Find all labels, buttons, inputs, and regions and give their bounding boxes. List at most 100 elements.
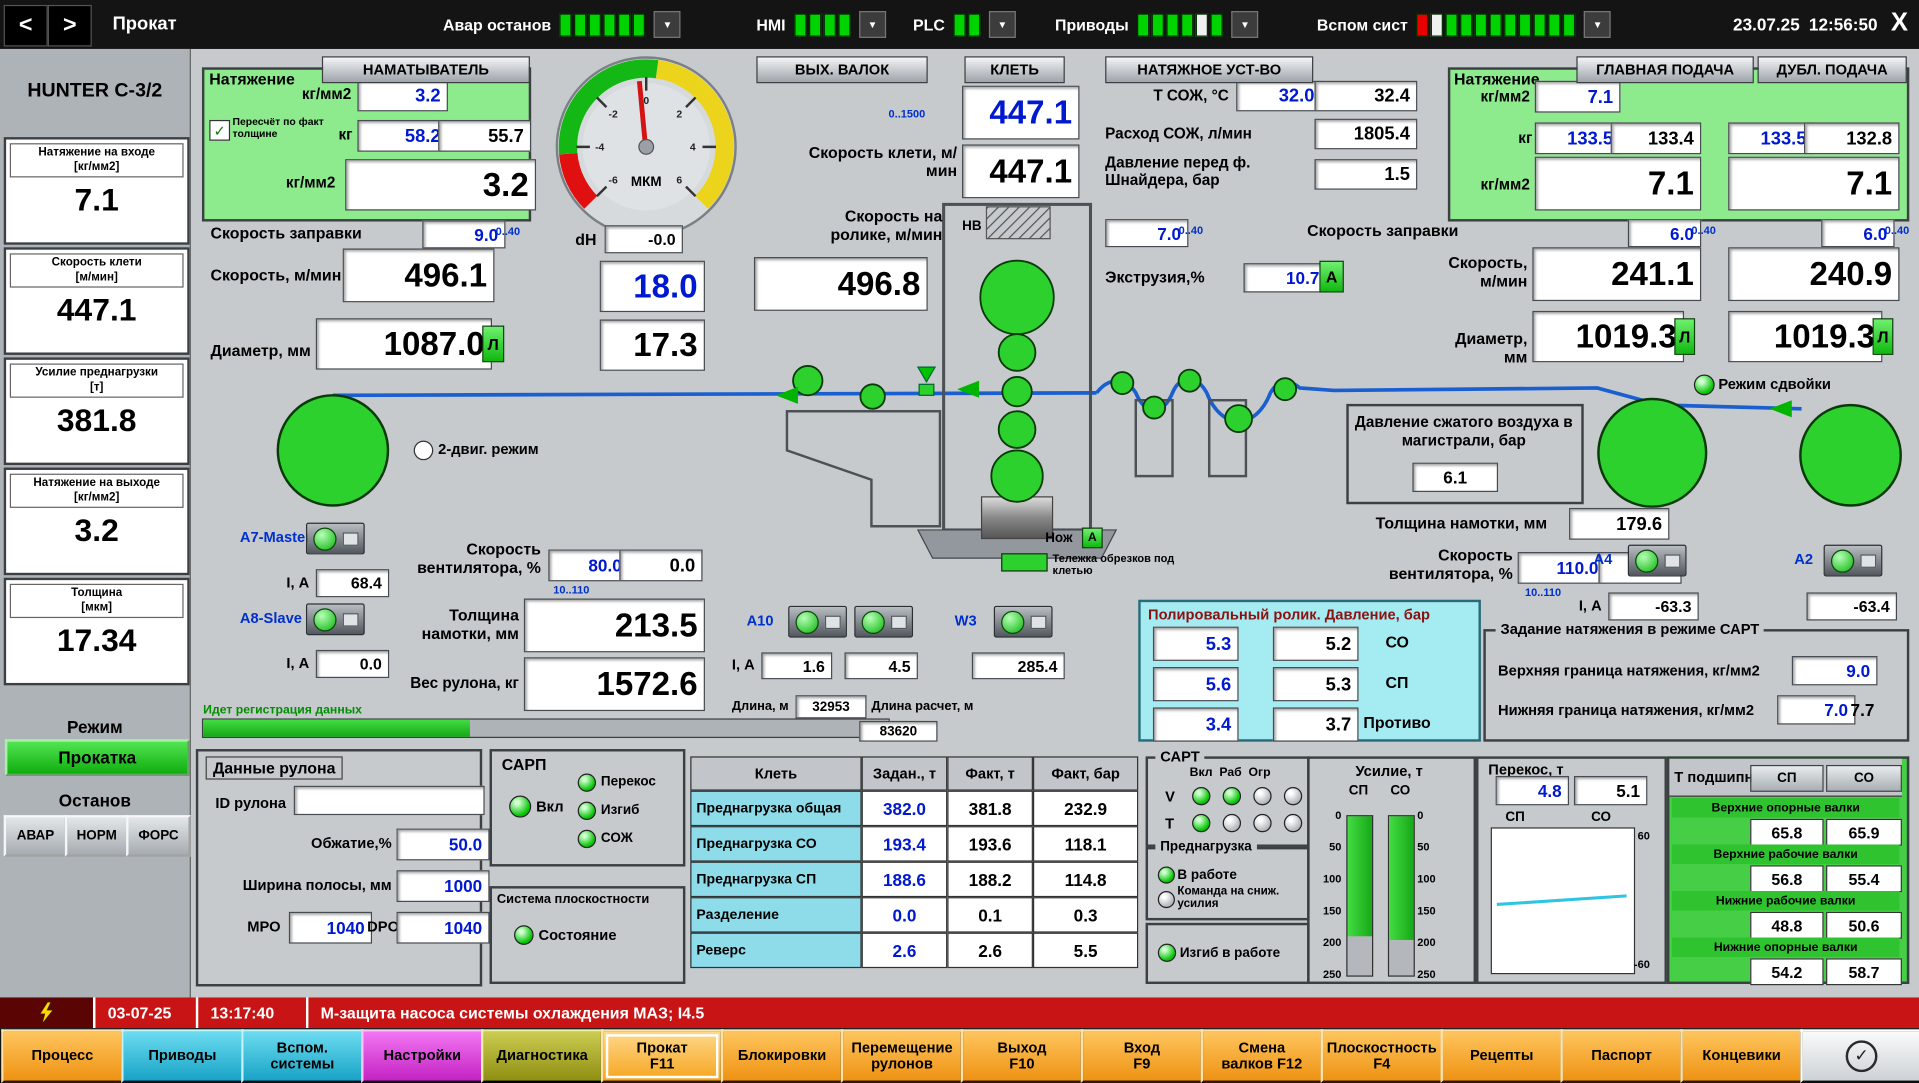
two-motor-radio[interactable] [414,441,434,461]
setpoint-cell[interactable]: 193.4 [862,826,948,861]
status-dropdown-button[interactable]: ▼ [1232,11,1259,38]
nav-drives-button[interactable]: Приводы [121,1029,243,1083]
status-dropdown-button[interactable]: ▼ [654,11,681,38]
metric-value: 447.1 [6,291,187,329]
polish-row-label: Противо [1363,715,1430,733]
unit-label: кг/мм2 [275,86,351,104]
nav-settings-button[interactable]: Настройки [361,1029,483,1083]
stop-button-emergency[interactable]: АВАР [4,815,68,857]
scale-label: 250 [1312,968,1341,980]
nav-back-button[interactable]: < [4,5,48,47]
nav-forward-button[interactable]: > [48,5,92,47]
rewinder-tension-setpoint[interactable]: 3.2 [357,80,448,112]
strip-width-setpoint[interactable]: 1000 [397,870,490,902]
tab-rewinder[interactable]: НАМАТЫВАТЕЛЬ [322,56,530,83]
tab-main-feed[interactable]: ГЛАВНАЯ ПОДАЧА [1576,56,1753,83]
close-icon: X [1891,9,1908,38]
motor-a8-label: A8-Slave [240,611,302,628]
mpo-setpoint[interactable]: 1040 [289,912,372,944]
polish-roll-title: Полировальный ролик. Давление, бар [1148,606,1430,623]
unit-label: кг [1503,130,1532,148]
range-label: 10..110 [1525,586,1561,598]
close-button[interactable]: X [1882,5,1916,42]
status-dropdown-button[interactable]: ▼ [1584,11,1611,38]
stand-speed-setpoint[interactable]: 447.1 [962,86,1079,140]
scale-label: 200 [1417,936,1435,948]
rewinder-kg-setpoint[interactable]: 58.2 [357,120,448,152]
thread-speed-setpoint[interactable]: 7.0 [1105,219,1188,247]
tab-tension-device[interactable]: НАТЯЖНОЕ УСТ-ВО [1105,56,1313,83]
alarm-bar[interactable]: 03-07-25 13:17:40 М-защита насоса систем… [0,997,1919,1028]
status-dropdown-button[interactable]: ▼ [859,11,886,38]
nav-interlocks-button[interactable]: Блокировки [721,1029,843,1083]
bearings-col-sp-button[interactable]: СП [1750,765,1823,792]
setpoint-cell[interactable]: 188.6 [862,862,948,897]
roll-id-input[interactable] [294,786,485,815]
main-kg-setpoint[interactable]: 133.5 [1535,122,1621,154]
reduction-setpoint[interactable]: 50.0 [397,829,490,861]
upper-limit-setpoint[interactable]: 9.0 [1792,656,1878,685]
tab-stand[interactable]: КЛЕТЬ [964,56,1064,83]
nav-entry-button[interactable]: Вход F9 [1081,1029,1203,1083]
polish-pressure-setpoint[interactable]: 5.6 [1153,667,1239,701]
nav-limit-switches-button[interactable]: Концевики [1680,1029,1802,1083]
nav-process-button[interactable]: Процесс [1,1029,123,1083]
nav-diagnostics-button[interactable]: Диагностика [481,1029,603,1083]
left-side-badge: Л [1873,318,1894,355]
nav-recipes-button[interactable]: Рецепты [1441,1029,1563,1083]
dup-kg-setpoint[interactable]: 133.5 [1728,122,1814,154]
tab-exit-roll[interactable]: ВЫХ. ВАЛОК [756,56,927,83]
coiler-speed-label: Скорость, м/мин [211,267,342,285]
thickness-setpoint[interactable]: 18.0 [600,261,705,312]
chute-outline [787,411,940,526]
range-label: 0..40 [1885,224,1910,236]
thread-speed-setpoint[interactable]: 9.0 [422,220,505,248]
schneider-pressure-value: 1.5 [1314,159,1417,190]
motor-a10b-icon [854,606,913,638]
setpoint-cell[interactable]: 2.6 [862,933,948,968]
setpoint-cell[interactable]: 0.0 [862,897,948,932]
nv-label: НВ [962,218,982,233]
main-thread-setpoint[interactable]: 6.0 [1628,219,1701,247]
polish-pressure-setpoint[interactable]: 3.4 [1153,707,1239,741]
bearing-temp: 65.9 [1826,819,1902,846]
polish-pressure-actual: 5.3 [1273,667,1359,701]
nav-bar: Процесс Приводы Вспом. системы Настройки… [0,1028,1919,1079]
coiler-speed-value: 496.1 [343,248,495,302]
unwinder-tension-setpoint[interactable]: 7.1 [1535,81,1621,113]
dup-thread-setpoint[interactable]: 6.0 [1821,219,1894,247]
status-label: PLC [913,15,945,33]
nav-roll-transfer-button[interactable]: Перемещение рулонов [841,1029,963,1083]
bearings-col-so-button[interactable]: СО [1826,765,1902,792]
bend-led [578,802,596,820]
stop-button-normal[interactable]: НОРМ [65,815,129,857]
extrusion-setpoint[interactable]: 10.7 [1243,263,1326,292]
polish-pressure-setpoint[interactable]: 5.3 [1153,627,1239,661]
nav-flatness-button[interactable]: Плоскостность F4 [1321,1029,1443,1083]
roll-weight-value: 1572.6 [524,657,705,711]
recalc-checkbox[interactable]: ✓ [209,120,230,141]
coolant-temp-setpoint[interactable]: 32.0 [1236,81,1322,112]
nav-rolling-button[interactable]: Прокат F11 [601,1029,723,1083]
knife-auto-badge: A [1082,528,1103,549]
status-dropdown-button[interactable]: ▼ [989,11,1016,38]
nav-confirm-button[interactable]: ✓ [1800,1029,1919,1083]
skew-setpoint[interactable]: 4.8 [1496,776,1569,805]
tab-dup-feed[interactable]: ДУБЛ. ПОДАЧА [1758,56,1907,83]
mode-value-button[interactable]: Прокатка [5,739,190,776]
gauge-unit: МКМ [631,174,662,189]
nav-aux-systems-button[interactable]: Вспом. системы [241,1029,363,1083]
range-label: 10..110 [553,584,589,596]
nav-exit-button[interactable]: Выход F10 [961,1029,1083,1083]
date-display: 23.07.25 [1733,15,1800,35]
stop-button-forced[interactable]: ФОРС [126,815,191,857]
nav-passport-button[interactable]: Паспорт [1560,1029,1682,1083]
fan-speed-setpoint[interactable]: 80.0 [548,550,629,582]
bend-working-led [1158,944,1176,962]
setpoint-cell[interactable]: 382.0 [862,791,948,826]
motor-w3-value: 285.4 [972,652,1065,679]
dpo-setpoint[interactable]: 1040 [397,912,490,944]
lower-limit-setpoint[interactable]: 7.0 [1777,695,1855,724]
nav-roll-change-button[interactable]: Смена валков F12 [1201,1029,1323,1083]
alarm-time: 13:17:40 [211,1004,275,1022]
